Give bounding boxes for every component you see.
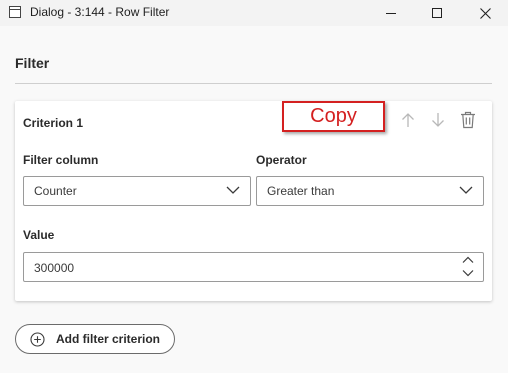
add-filter-criterion-label: Add filter criterion [56, 332, 161, 346]
filter-column-value: Counter [34, 184, 77, 198]
close-icon [479, 7, 491, 19]
add-filter-criterion-button[interactable]: Add filter criterion [15, 324, 175, 354]
minimize-icon [386, 12, 396, 14]
chevron-up-icon[interactable] [462, 256, 474, 264]
value-text: 300000 [34, 261, 75, 275]
value-input[interactable]: 300000 [23, 252, 484, 282]
window-title: Dialog - 3:144 - Row Filter [30, 5, 170, 19]
close-button[interactable] [462, 0, 508, 26]
move-down-button[interactable] [428, 110, 448, 130]
maximize-icon [432, 8, 442, 18]
criterion-card: Criterion 1 Copy Filter column Operator … [15, 101, 492, 301]
arrow-down-icon [432, 113, 444, 127]
plus-circle-icon [30, 332, 45, 347]
filter-column-label: Filter column [23, 153, 99, 167]
app-window-icon [9, 6, 21, 18]
section-title: Filter [15, 55, 50, 71]
filter-column-select[interactable]: Counter [23, 176, 251, 206]
title-bar: Dialog - 3:144 - Row Filter [0, 0, 508, 26]
maximize-button[interactable] [414, 0, 460, 26]
chevron-down-icon[interactable] [462, 269, 474, 277]
trash-icon [461, 111, 475, 129]
section-divider [15, 83, 492, 84]
delete-criterion-button[interactable] [458, 110, 478, 130]
operator-label: Operator [256, 153, 307, 167]
move-up-button[interactable] [398, 110, 418, 130]
chevron-down-icon [226, 186, 240, 194]
chevron-down-icon [459, 186, 473, 194]
operator-value: Greater than [267, 184, 335, 198]
value-label: Value [23, 228, 55, 242]
arrow-up-icon [402, 113, 414, 127]
copy-button[interactable]: Copy [282, 101, 385, 132]
criterion-title: Criterion 1 [23, 116, 84, 130]
operator-select[interactable]: Greater than [256, 176, 484, 206]
minimize-button[interactable] [368, 0, 414, 26]
